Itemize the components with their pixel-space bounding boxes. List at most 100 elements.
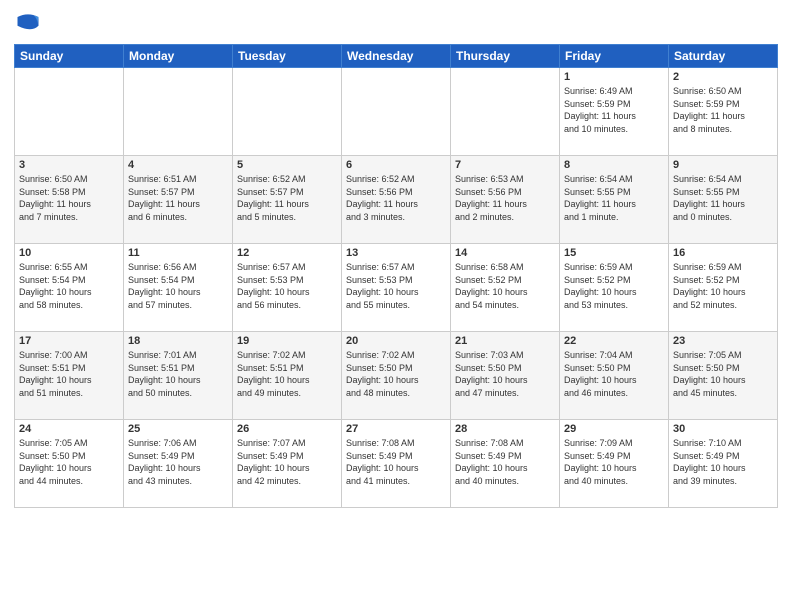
logo	[14, 10, 46, 38]
weekday-header-monday: Monday	[124, 45, 233, 68]
day-number: 30	[673, 423, 773, 435]
day-number: 18	[128, 335, 228, 347]
page: SundayMondayTuesdayWednesdayThursdayFrid…	[0, 0, 792, 518]
day-number: 19	[237, 335, 337, 347]
day-info: Sunrise: 7:05 AM Sunset: 5:50 PM Dayligh…	[19, 437, 119, 487]
calendar-row-1: 3 Sunrise: 6:50 AM Sunset: 5:58 PM Daylig…	[15, 156, 778, 244]
day-info: Sunrise: 7:03 AM Sunset: 5:50 PM Dayligh…	[455, 349, 555, 399]
weekday-header-wednesday: Wednesday	[342, 45, 451, 68]
calendar-cell: 24Sunrise: 7:05 AM Sunset: 5:50 PM Dayli…	[15, 420, 124, 508]
weekday-header-tuesday: Tuesday	[233, 45, 342, 68]
day-number: 16	[673, 247, 773, 259]
calendar-cell: 13 Sunrise: 6:57 AM Sunset: 5:53 PM Dayli…	[342, 244, 451, 332]
day-number: 2	[673, 71, 773, 83]
day-number: 11	[128, 247, 228, 259]
weekday-header-saturday: Saturday	[669, 45, 778, 68]
calendar-cell: 9Sunrise: 6:54 AM Sunset: 5:55 PM Daylig…	[669, 156, 778, 244]
day-info: Sunrise: 6:52 AM Sunset: 5:56 PM Dayligh…	[346, 173, 446, 223]
day-info: Sunrise: 7:09 AM Sunset: 5:49 PM Dayligh…	[564, 437, 664, 487]
day-info: Sunrise: 6:54 AM Sunset: 5:55 PM Dayligh…	[564, 173, 664, 223]
day-info: Sunrise: 7:07 AM Sunset: 5:49 PM Dayligh…	[237, 437, 337, 487]
calendar-cell: 4Sunrise: 6:51 AM Sunset: 5:57 PM Daylig…	[124, 156, 233, 244]
calendar-cell: 22 Sunrise: 7:04 AM Sunset: 5:50 PM Dayli…	[560, 332, 669, 420]
day-info: Sunrise: 6:50 AM Sunset: 5:58 PM Dayligh…	[19, 173, 119, 223]
day-number: 13	[346, 247, 446, 259]
day-info: Sunrise: 7:04 AM Sunset: 5:50 PM Dayligh…	[564, 349, 664, 399]
day-info: Sunrise: 6:49 AM Sunset: 5:59 PM Dayligh…	[564, 85, 664, 135]
day-number: 25	[128, 423, 228, 435]
calendar-cell	[451, 68, 560, 156]
day-number: 28	[455, 423, 555, 435]
calendar-cell: 25 Sunrise: 7:06 AM Sunset: 5:49 PM Dayli…	[124, 420, 233, 508]
day-number: 26	[237, 423, 337, 435]
calendar-cell: 30Sunrise: 7:10 AM Sunset: 5:49 PM Dayli…	[669, 420, 778, 508]
day-info: Sunrise: 7:06 AM Sunset: 5:49 PM Dayligh…	[128, 437, 228, 487]
day-info: Sunrise: 6:52 AM Sunset: 5:57 PM Dayligh…	[237, 173, 337, 223]
calendar-cell: 26 Sunrise: 7:07 AM Sunset: 5:49 PM Dayli…	[233, 420, 342, 508]
calendar-cell	[124, 68, 233, 156]
header	[14, 10, 778, 38]
day-info: Sunrise: 7:01 AM Sunset: 5:51 PM Dayligh…	[128, 349, 228, 399]
logo-icon	[14, 10, 42, 38]
calendar-cell: 3 Sunrise: 6:50 AM Sunset: 5:58 PM Daylig…	[15, 156, 124, 244]
day-number: 3	[19, 159, 119, 171]
calendar-cell: 29 Sunrise: 7:09 AM Sunset: 5:49 PM Dayli…	[560, 420, 669, 508]
day-info: Sunrise: 7:00 AM Sunset: 5:51 PM Dayligh…	[19, 349, 119, 399]
day-info: Sunrise: 6:55 AM Sunset: 5:54 PM Dayligh…	[19, 261, 119, 311]
calendar-cell: 19 Sunrise: 7:02 AM Sunset: 5:51 PM Dayli…	[233, 332, 342, 420]
day-number: 15	[564, 247, 664, 259]
day-number: 7	[455, 159, 555, 171]
calendar-cell: 21 Sunrise: 7:03 AM Sunset: 5:50 PM Dayli…	[451, 332, 560, 420]
calendar-row-4: 24Sunrise: 7:05 AM Sunset: 5:50 PM Dayli…	[15, 420, 778, 508]
calendar-cell: 15 Sunrise: 6:59 AM Sunset: 5:52 PM Dayli…	[560, 244, 669, 332]
weekday-header-thursday: Thursday	[451, 45, 560, 68]
day-number: 1	[564, 71, 664, 83]
day-info: Sunrise: 7:08 AM Sunset: 5:49 PM Dayligh…	[346, 437, 446, 487]
day-number: 5	[237, 159, 337, 171]
calendar-cell: 23 Sunrise: 7:05 AM Sunset: 5:50 PM Dayli…	[669, 332, 778, 420]
calendar-cell: 16Sunrise: 6:59 AM Sunset: 5:52 PM Dayli…	[669, 244, 778, 332]
day-number: 20	[346, 335, 446, 347]
day-info: Sunrise: 7:05 AM Sunset: 5:50 PM Dayligh…	[673, 349, 773, 399]
day-info: Sunrise: 7:02 AM Sunset: 5:51 PM Dayligh…	[237, 349, 337, 399]
calendar-cell: 17 Sunrise: 7:00 AM Sunset: 5:51 PM Dayli…	[15, 332, 124, 420]
day-number: 22	[564, 335, 664, 347]
day-number: 23	[673, 335, 773, 347]
day-info: Sunrise: 6:57 AM Sunset: 5:53 PM Dayligh…	[346, 261, 446, 311]
day-info: Sunrise: 7:02 AM Sunset: 5:50 PM Dayligh…	[346, 349, 446, 399]
calendar-cell: 18 Sunrise: 7:01 AM Sunset: 5:51 PM Dayli…	[124, 332, 233, 420]
day-number: 14	[455, 247, 555, 259]
calendar-cell: 7 Sunrise: 6:53 AM Sunset: 5:56 PM Daylig…	[451, 156, 560, 244]
day-number: 10	[19, 247, 119, 259]
day-info: Sunrise: 7:08 AM Sunset: 5:49 PM Dayligh…	[455, 437, 555, 487]
day-number: 21	[455, 335, 555, 347]
day-number: 8	[564, 159, 664, 171]
calendar-table: SundayMondayTuesdayWednesdayThursdayFrid…	[14, 44, 778, 508]
day-info: Sunrise: 6:56 AM Sunset: 5:54 PM Dayligh…	[128, 261, 228, 311]
day-info: Sunrise: 6:57 AM Sunset: 5:53 PM Dayligh…	[237, 261, 337, 311]
calendar-cell	[342, 68, 451, 156]
day-number: 17	[19, 335, 119, 347]
day-info: Sunrise: 6:51 AM Sunset: 5:57 PM Dayligh…	[128, 173, 228, 223]
day-number: 12	[237, 247, 337, 259]
day-number: 9	[673, 159, 773, 171]
calendar-cell: 8 Sunrise: 6:54 AM Sunset: 5:55 PM Daylig…	[560, 156, 669, 244]
calendar-cell: 1 Sunrise: 6:49 AM Sunset: 5:59 PM Daylig…	[560, 68, 669, 156]
calendar-cell: 5 Sunrise: 6:52 AM Sunset: 5:57 PM Daylig…	[233, 156, 342, 244]
calendar-row-2: 10 Sunrise: 6:55 AM Sunset: 5:54 PM Dayli…	[15, 244, 778, 332]
calendar-row-0: 1 Sunrise: 6:49 AM Sunset: 5:59 PM Daylig…	[15, 68, 778, 156]
day-info: Sunrise: 6:59 AM Sunset: 5:52 PM Dayligh…	[564, 261, 664, 311]
calendar-cell: 12 Sunrise: 6:57 AM Sunset: 5:53 PM Dayli…	[233, 244, 342, 332]
calendar-cell: 14 Sunrise: 6:58 AM Sunset: 5:52 PM Dayli…	[451, 244, 560, 332]
calendar-cell: 20 Sunrise: 7:02 AM Sunset: 5:50 PM Dayli…	[342, 332, 451, 420]
day-number: 27	[346, 423, 446, 435]
calendar-row-3: 17 Sunrise: 7:00 AM Sunset: 5:51 PM Dayli…	[15, 332, 778, 420]
calendar-cell: 27 Sunrise: 7:08 AM Sunset: 5:49 PM Dayli…	[342, 420, 451, 508]
day-number: 29	[564, 423, 664, 435]
calendar-cell: 6Sunrise: 6:52 AM Sunset: 5:56 PM Daylig…	[342, 156, 451, 244]
day-info: Sunrise: 6:50 AM Sunset: 5:59 PM Dayligh…	[673, 85, 773, 135]
day-info: Sunrise: 6:58 AM Sunset: 5:52 PM Dayligh…	[455, 261, 555, 311]
calendar-cell	[233, 68, 342, 156]
calendar-cell: 10 Sunrise: 6:55 AM Sunset: 5:54 PM Dayli…	[15, 244, 124, 332]
day-info: Sunrise: 6:53 AM Sunset: 5:56 PM Dayligh…	[455, 173, 555, 223]
